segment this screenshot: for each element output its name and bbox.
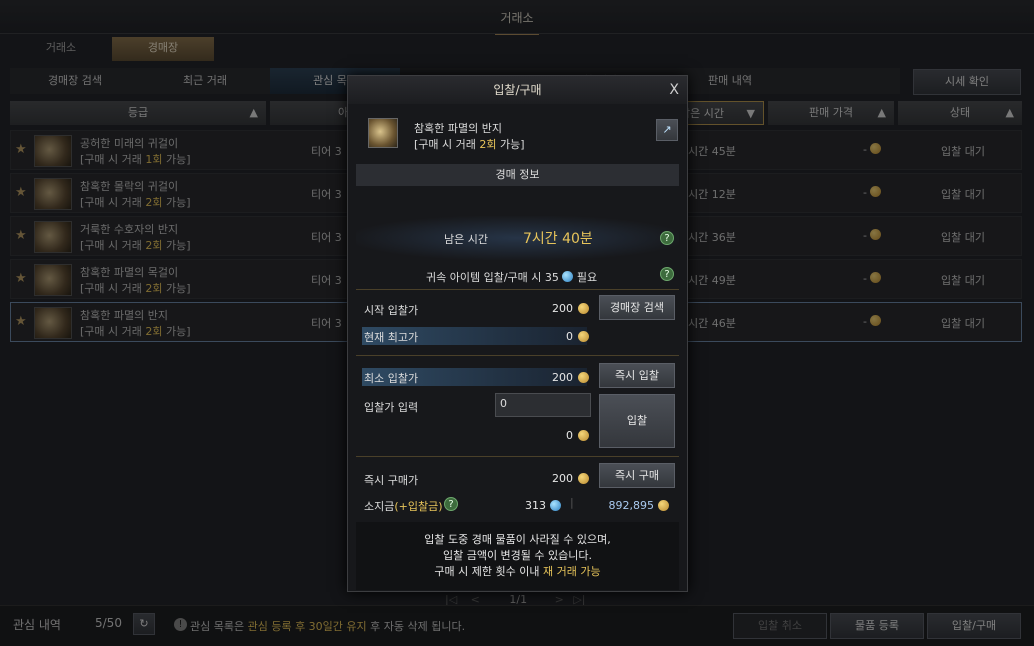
auction-search-button[interactable]: 경매장 검색 xyxy=(599,295,675,320)
help-icon[interactable]: ? xyxy=(660,231,674,245)
remaining-value: 7시간 40분 xyxy=(523,231,593,247)
coin-icon xyxy=(578,430,589,441)
coin-icon xyxy=(658,500,669,511)
modal-title: 입찰/구매 xyxy=(493,83,542,97)
money-label: 소지금(+입찰금) xyxy=(364,500,443,513)
coin-icon xyxy=(578,372,589,383)
start-bid-value: 200 xyxy=(552,302,573,315)
bid-input-field[interactable]: 0 xyxy=(495,393,591,417)
chart-icon[interactable]: ↗ xyxy=(656,119,678,141)
gem-amount: 313 xyxy=(525,499,546,512)
start-bid-label: 시작 입찰가 xyxy=(364,304,419,317)
coin-icon xyxy=(578,473,589,484)
bid-button[interactable]: 입찰 xyxy=(599,394,675,448)
notice-line-2: 입찰 금액이 변경될 수 있습니다. xyxy=(442,549,593,562)
buyout-value: 200 xyxy=(552,472,573,485)
min-bid-value: 200 xyxy=(552,371,573,384)
ring-icon xyxy=(368,118,398,148)
bid-input-label: 입찰가 입력 xyxy=(364,401,419,414)
section-header: 경매 정보 xyxy=(356,164,679,186)
notice-line-1: 입찰 도중 경매 물품이 사라질 수 있으며, xyxy=(424,533,611,546)
help-icon[interactable]: ? xyxy=(444,497,458,511)
remaining-label: 남은 시간 xyxy=(444,233,488,246)
bid-buy-modal: 입찰/구매 X 참혹한 파멸의 반지 [구매 시 거래 2회 가능] ↗ 경매 … xyxy=(347,75,688,592)
bid-total-value: 0 xyxy=(566,429,573,442)
gold-amount: 892,895 xyxy=(608,499,655,512)
notice-line-3: 구매 시 제한 횟수 이내 재 거래 가능 xyxy=(434,565,601,578)
modal-item-limit: [구매 시 거래 2회 가능] xyxy=(414,138,525,151)
buyout-label: 즉시 구매가 xyxy=(364,474,419,487)
divider: | xyxy=(570,496,574,509)
coin-icon xyxy=(578,303,589,314)
remaining-panel xyxy=(356,216,679,260)
current-max-label: 현재 최고가 xyxy=(364,331,419,344)
coin-icon xyxy=(578,331,589,342)
modal-title-bar: 입찰/구매 X xyxy=(348,76,687,104)
close-icon[interactable]: X xyxy=(669,76,679,104)
modal-item-name: 참혹한 파멸의 반지 xyxy=(414,122,502,135)
instant-bid-button[interactable]: 즉시 입찰 xyxy=(599,363,675,388)
modal-notice: 입찰 도중 경매 물품이 사라질 수 있으며, 입찰 금액이 변경될 수 있습니… xyxy=(356,522,679,590)
gem-icon xyxy=(562,271,574,282)
bound-notice: 귀속 아이템 입찰/구매 시 35 필요 xyxy=(426,271,598,284)
min-bid-label: 최소 입찰가 xyxy=(364,372,419,385)
help-icon[interactable]: ? xyxy=(660,267,674,281)
buyout-button[interactable]: 즉시 구매 xyxy=(599,463,675,488)
gem-icon xyxy=(550,500,561,511)
current-max-value: 0 xyxy=(566,330,573,343)
